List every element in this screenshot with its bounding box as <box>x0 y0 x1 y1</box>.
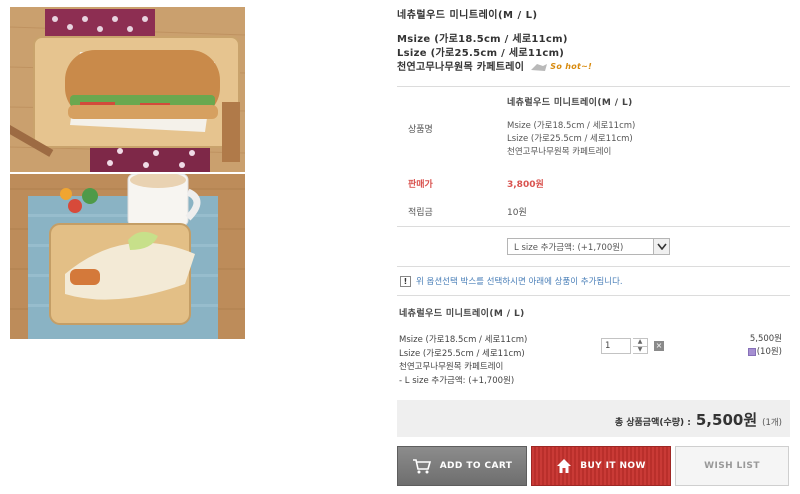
desc-line-3: 천연고무나무원목 카페트레이 So hot~! <box>397 60 592 74</box>
add-to-cart-label: ADD TO CART <box>439 461 513 471</box>
option-notice: ! 위 옵션선택 박스를 선택하시면 아래에 상품이 추가됩니다. <box>400 275 623 287</box>
buy-now-button[interactable]: BUY IT NOW <box>531 446 671 486</box>
total-count: (1개) <box>762 418 782 428</box>
points-icon <box>747 347 756 356</box>
desc-line-1: Msize (가로18.5cm / 세로11cm) <box>397 34 568 45</box>
option-select[interactable]: L size 추가금액: (+1,700원) <box>507 238 670 255</box>
quantity-stepper: ▲ ▼ × <box>601 338 664 354</box>
quantity-input[interactable] <box>601 338 631 354</box>
buy-now-label: BUY IT NOW <box>580 461 646 471</box>
selected-line-3: 천연고무나무원목 카페트레이 <box>399 362 504 372</box>
total-label: 총 상품금액(수량) : <box>614 418 691 428</box>
total-bar: 총 상품금액(수량) : 5,500원 (1개) <box>397 400 790 437</box>
divider <box>397 266 790 267</box>
cart-icon <box>412 459 431 474</box>
line-points: (10원) <box>747 346 782 359</box>
points-label: 적립금 <box>408 208 433 218</box>
add-to-cart-button[interactable]: ADD TO CART <box>397 446 527 486</box>
divider <box>397 86 790 87</box>
notice-text: 위 옵션선택 박스를 선택하시면 아래에 상품이 추가됩니다. <box>416 277 623 287</box>
info-line-3: 천연고무나무원목 카페트레이 <box>507 147 612 157</box>
info-product-title: 네츄럴우드 미니트레이(M / L) <box>507 98 633 108</box>
points-value: 10원 <box>507 208 527 218</box>
desc-line-2: Lsize (가로25.5cm / 세로11cm) <box>397 47 565 59</box>
info-icon: ! <box>400 275 411 287</box>
thumbs-icon <box>531 63 548 71</box>
product-name-label: 상품명 <box>408 125 433 135</box>
total-amount: 5,500원 <box>695 411 758 429</box>
wish-list-label: WISH LIST <box>704 461 760 471</box>
info-line-2: Lsize (가로25.5cm / 세로11cm) <box>507 134 633 144</box>
selected-item-price: 5,500원 (10원) <box>747 333 782 359</box>
chevron-down-icon[interactable] <box>653 239 669 254</box>
line-price-value: 5,500원 <box>749 334 782 344</box>
info-product-lines: Msize (가로18.5cm / 세로11cm) Lsize (가로25.5c… <box>507 120 635 159</box>
quantity-spin: ▲ ▼ <box>633 338 648 354</box>
selected-line-2: Lsize (가로25.5cm / 세로11cm) <box>399 348 525 359</box>
wish-list-button[interactable]: WISH LIST <box>675 446 789 486</box>
product-photo-wrap <box>10 174 245 339</box>
selected-line-1: Msize (가로18.5cm / 세로11cm) <box>399 335 528 345</box>
product-photo-sandwich <box>10 7 245 172</box>
selected-item-lines: Msize (가로18.5cm / 세로11cm) Lsize (가로25.5c… <box>399 334 527 388</box>
product-description: Msize (가로18.5cm / 세로11cm) Lsize (가로25.5c… <box>397 33 592 74</box>
product-title: 네츄럴우드 미니트레이(M / L) <box>397 10 538 21</box>
line-points-value: (10원) <box>756 347 782 357</box>
price-label: 판매가 <box>408 180 433 190</box>
divider <box>397 226 790 227</box>
total-summary: 총 상품금액(수량) : 5,500원 (1개) <box>615 409 782 430</box>
desc-line-3-text: 천연고무나무원목 카페트레이 <box>397 61 525 73</box>
remove-item-icon[interactable]: × <box>654 341 664 351</box>
hot-badge-text: So hot~! <box>550 62 593 71</box>
hot-badge: So hot~! <box>530 60 592 74</box>
selected-line-4: - L size 추가금액: (+1,700원) <box>399 375 515 386</box>
divider <box>397 295 790 296</box>
home-icon <box>557 459 572 473</box>
info-line-1: Msize (가로18.5cm / 세로11cm) <box>507 121 636 131</box>
quantity-down-icon[interactable]: ▼ <box>633 346 647 354</box>
selected-item-title: 네츄럴우드 미니트레이(M / L) <box>399 309 525 319</box>
option-select-value: L size 추가금액: (+1,700원) <box>514 242 624 253</box>
price-value: 3,800원 <box>507 180 544 190</box>
